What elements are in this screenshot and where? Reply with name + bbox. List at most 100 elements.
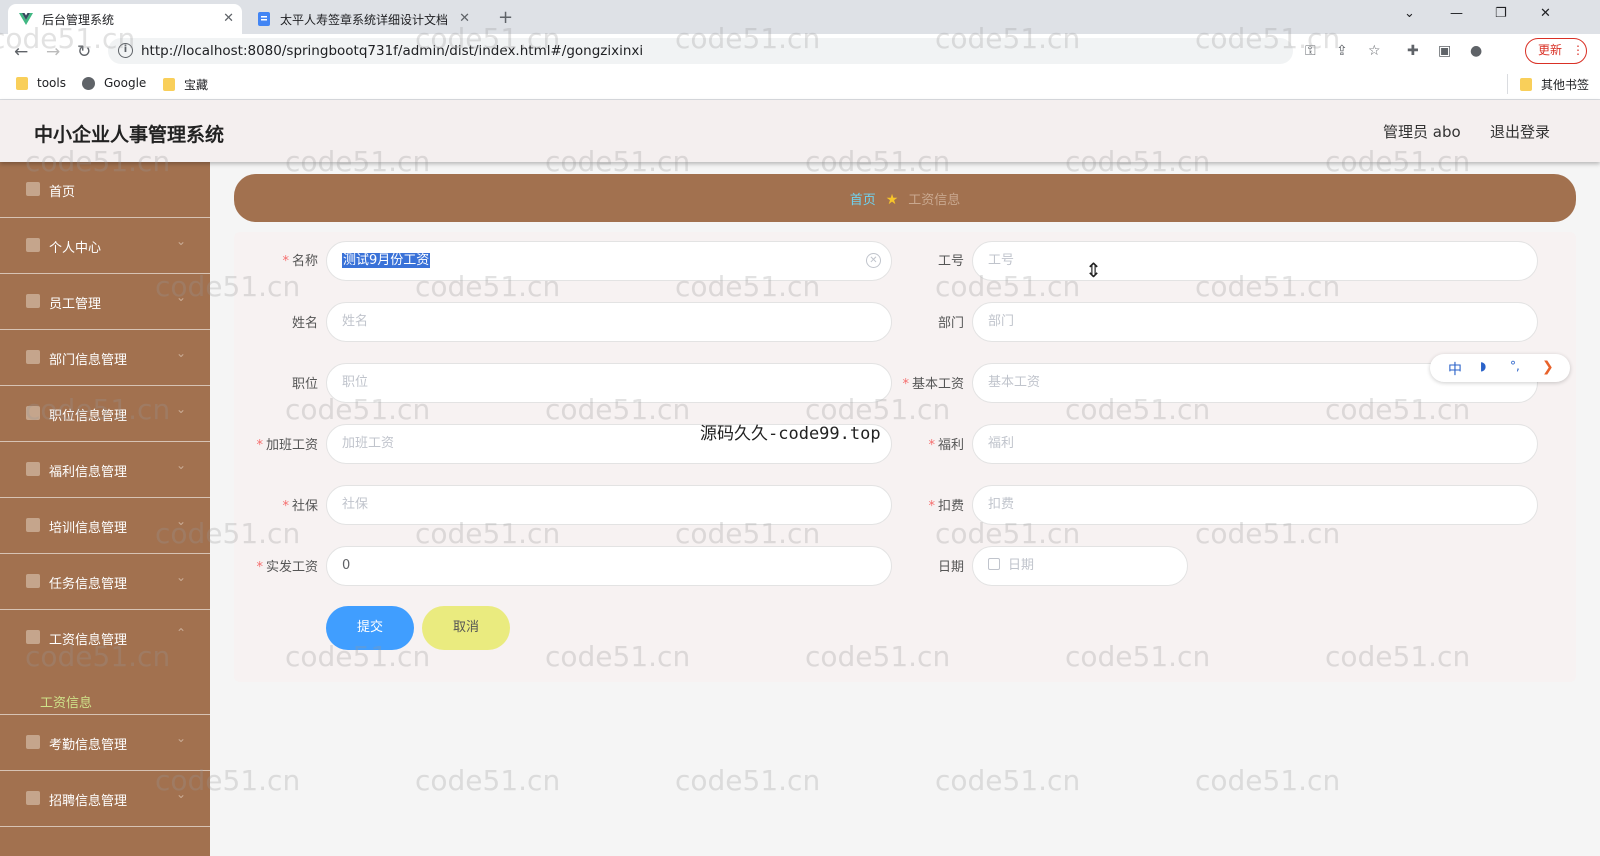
deduction-field[interactable]: 扣费 [972, 485, 1538, 525]
address-bar[interactable]: i http://localhost:8080/springbootq731f/… [108, 38, 1293, 64]
overtime-pay-label: * 加班工资 [256, 438, 318, 453]
folder-icon [1520, 78, 1532, 91]
department-icon [26, 350, 40, 364]
sidebar-item-tasks[interactable]: 任务信息管理 ⌄ [0, 554, 210, 610]
sidebar-item-departments[interactable]: 部门信息管理 ⌄ [0, 330, 210, 386]
sidebar-item-attendance[interactable]: 考勤信息管理 ⌄ [0, 715, 210, 771]
chevron-down-icon: ⌄ [176, 570, 187, 584]
list-icon [26, 630, 40, 644]
social-security-field[interactable]: 社保 [326, 485, 892, 525]
people-icon [26, 294, 40, 308]
sidebar-item-profile[interactable]: 个人中心 ⌄ [0, 218, 210, 274]
name-label: * 名称 [282, 254, 318, 269]
sidebar-item-label: 福利信息管理 [49, 465, 128, 480]
deduction-label: * 扣费 [928, 499, 964, 514]
url-text: http://localhost:8080/springbootq731f/ad… [141, 43, 644, 59]
document-icon [256, 11, 272, 27]
mail-icon [26, 462, 40, 476]
overlay-watermark-text: 源码久久-code99.top [700, 424, 881, 444]
ime-toolbar[interactable]: 中 ◗ °, ❯ [1430, 354, 1570, 382]
close-icon[interactable]: ✕ [223, 11, 234, 26]
breadcrumb: 首页 ★ 工资信息 [234, 174, 1576, 222]
date-picker[interactable]: 日期 [972, 546, 1188, 586]
key-icon[interactable]: ⚿ [1305, 43, 1316, 59]
minimize-icon[interactable]: — [1450, 6, 1463, 21]
browser-tab-active[interactable]: 后台管理系统 ✕ [8, 4, 242, 34]
bookmark-label: tools [37, 76, 66, 90]
sidebar-item-label: 个人中心 [49, 241, 102, 256]
clear-icon[interactable]: ✕ [866, 253, 881, 268]
ime-chinese-mode[interactable]: 中 [1448, 359, 1462, 379]
ime-moon-icon[interactable]: ◗ [1480, 359, 1486, 373]
sidebar-item-label: 工资信息管理 [49, 633, 128, 648]
sidebar-item-positions[interactable]: 职位信息管理 ⌄ [0, 386, 210, 442]
logout-link[interactable]: 退出登录 [1490, 121, 1550, 142]
department-field[interactable]: 部门 [972, 302, 1538, 342]
sidebar-item-benefits[interactable]: 福利信息管理 ⌄ [0, 442, 210, 498]
current-user: 管理员 abo [1383, 123, 1461, 141]
close-icon[interactable]: ✕ [459, 11, 470, 26]
department-label: 部门 [937, 316, 964, 331]
chevron-down-icon: ⌄ [176, 731, 187, 745]
sidebar-item-home[interactable]: 首页 [0, 162, 210, 218]
forward-icon[interactable]: → [46, 42, 60, 62]
employee-id-label: 工号 [937, 254, 964, 269]
chevron-down-icon: ⌄ [176, 346, 187, 360]
breadcrumb-home[interactable]: 首页 [850, 193, 876, 208]
employee-name-field[interactable]: 姓名 [326, 302, 892, 342]
bookmark-tools[interactable]: tools [16, 76, 66, 90]
sidebar-item-label: 员工管理 [49, 297, 102, 312]
menu-dots-icon: ⋮ [1572, 43, 1585, 57]
user-icon [26, 238, 40, 252]
name-field[interactable]: 测试9月份工资 ✕ [326, 241, 892, 281]
social-security-label: * 社保 [282, 499, 318, 514]
cancel-button[interactable]: 取消 [422, 606, 510, 650]
sidebar-item-label: 首页 [49, 185, 76, 200]
sidebar-item-employees[interactable]: 员工管理 ⌄ [0, 274, 210, 330]
salary-form: * 名称 测试9月份工资 ✕ 工号 工号 姓名 姓名 部门 部门 职位 职位 * 基本… [234, 232, 1576, 682]
sidebar-item-salary[interactable]: 工资信息管理 ⌃ [0, 610, 210, 715]
reload-icon[interactable]: ↻ [77, 42, 91, 62]
sidebar-item-label: 部门信息管理 [49, 353, 128, 368]
site-info-icon[interactable]: i [118, 43, 133, 58]
sidebar-item-training[interactable]: 培训信息管理 ⌄ [0, 498, 210, 554]
benefits-label: * 福利 [928, 438, 964, 453]
chevron-down-icon: ⌄ [176, 290, 187, 304]
back-icon[interactable]: ← [14, 42, 28, 62]
bookmark-label: 其他书签 [1541, 78, 1590, 92]
submit-button[interactable]: 提交 [326, 606, 414, 650]
tab-search-icon[interactable]: ⌄ [1404, 6, 1415, 21]
app-title: 中小企业人事管理系统 [34, 124, 225, 146]
sidebar-item-label: 任务信息管理 [49, 577, 128, 592]
profile-icon[interactable]: ● [1470, 43, 1482, 59]
tab-title: 太平人寿签章系统详细设计文档 [280, 12, 449, 27]
restore-icon[interactable]: ❐ [1495, 6, 1507, 21]
update-button[interactable]: 更新 ⋮ [1525, 38, 1587, 64]
employee-id-field[interactable]: 工号 [972, 241, 1538, 281]
side-panel-icon[interactable]: ▣ [1438, 43, 1451, 59]
chevron-down-icon: ⌄ [176, 458, 187, 472]
net-salary-field[interactable]: 0 [326, 546, 892, 586]
position-field[interactable]: 职位 [326, 363, 892, 403]
update-label: 更新 [1538, 43, 1563, 57]
bookmark-star-icon[interactable]: ☆ [1368, 43, 1381, 59]
browser-tabbar: 后台管理系统 ✕ 太平人寿签章系统详细设计文档 ✕ + ⌄ — ❐ ✕ [0, 0, 1600, 34]
calendar-icon [988, 558, 1000, 570]
other-bookmarks[interactable]: 其他书签 [1520, 76, 1589, 93]
resize-cursor-icon: ⇕ [1085, 258, 1102, 282]
ime-expand-icon[interactable]: ❯ [1542, 359, 1554, 375]
sidebar-item-label: 招聘信息管理 [49, 794, 128, 809]
bookmark-treasure[interactable]: 宝藏 [163, 76, 208, 93]
bookmark-google[interactable]: Google [82, 76, 146, 90]
extensions-icon[interactable]: ✚ [1407, 43, 1419, 59]
new-tab-icon[interactable]: + [498, 7, 513, 28]
ime-punctuation-icon[interactable]: °, [1510, 359, 1520, 373]
sidebar-item-recruitment[interactable]: 招聘信息管理 ⌄ [0, 771, 210, 827]
window-close-icon[interactable]: ✕ [1540, 6, 1551, 21]
share-icon[interactable]: ⇪ [1336, 43, 1348, 59]
benefits-field[interactable]: 福利 [972, 424, 1538, 464]
browser-tab[interactable]: 太平人寿签章系统详细设计文档 ✕ [246, 4, 478, 34]
date-label: 日期 [937, 560, 964, 575]
sidebar-subitem-salary-info[interactable]: 工资信息 [40, 692, 92, 711]
sidebar-item-label: 职位信息管理 [49, 409, 128, 424]
